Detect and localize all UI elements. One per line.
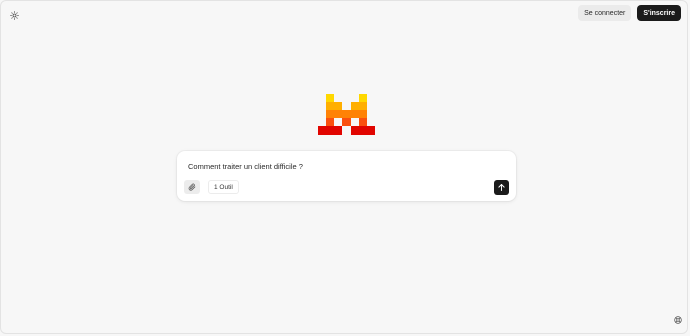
logo-block [318,126,342,135]
chat-composer: Comment traiter un client difficile ? 1 … [177,151,516,201]
send-button[interactable] [494,180,509,195]
paperclip-icon [188,183,196,191]
prompt-input[interactable]: Comment traiter un client difficile ? [188,162,303,171]
logo-block [351,126,375,135]
login-button[interactable]: Se connecter [578,5,632,21]
tools-button[interactable]: 1 Outil [208,180,239,194]
app-window: Se connecter S'inscrire Comment traiter … [0,0,688,334]
logo-block [359,94,367,102]
logo-block [326,110,367,118]
logo-block [326,102,342,110]
logo-block [351,102,367,110]
header-actions: Se connecter S'inscrire [578,5,681,21]
logo-block [359,118,367,126]
help-circle-icon[interactable] [673,315,683,325]
logo-block [326,94,334,102]
attach-button[interactable] [184,180,200,194]
arrow-up-icon [498,184,505,191]
logo-block [342,118,351,126]
logo-block [326,118,334,126]
sun-icon[interactable] [7,8,21,22]
mistral-logo [318,94,375,135]
signup-button[interactable]: S'inscrire [637,5,681,21]
